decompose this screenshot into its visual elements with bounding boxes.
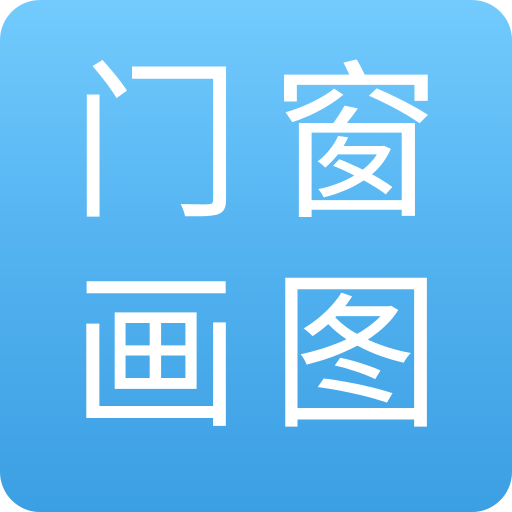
glyph-draw: 画 <box>70 256 241 454</box>
glyph-door: 门 <box>70 46 241 244</box>
glyph-window: 窗 <box>270 46 441 244</box>
glyph-picture: 图 <box>270 256 441 454</box>
app-icon[interactable]: 门 窗 画 图 <box>0 0 512 512</box>
glyph-grid: 门 窗 画 图 <box>56 40 456 460</box>
